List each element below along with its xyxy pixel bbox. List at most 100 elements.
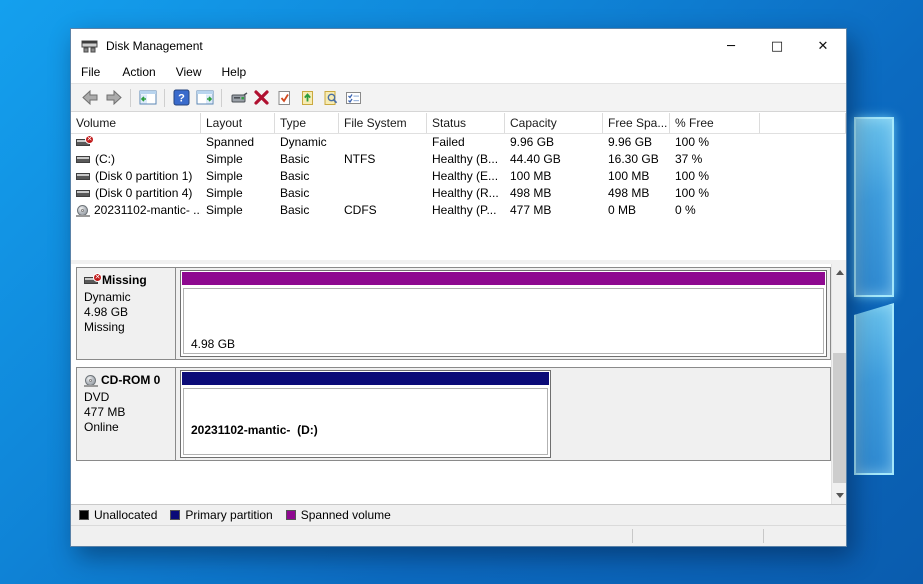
forward-icon[interactable]	[104, 89, 123, 107]
disk-row-missing[interactable]: ✕ Missing Dynamic 4.98 GB Missing 4.98 G…	[76, 267, 831, 360]
column-header-layout[interactable]: Layout	[201, 113, 275, 133]
disk-descriptor[interactable]: CD-ROM 0 DVD 477 MB Online	[77, 368, 176, 460]
toolbar-separator	[221, 89, 222, 107]
disk-error-icon: ✕	[76, 138, 91, 147]
cell-file-system	[339, 168, 427, 185]
cell-type: Basic	[275, 168, 339, 185]
disk-management-app-icon	[81, 39, 98, 54]
disk-size-label: 477 MB	[84, 405, 173, 420]
desktop-background: Disk Management ─ □ ✕ File Action View H…	[0, 0, 923, 584]
menu-view[interactable]: View	[166, 63, 212, 82]
table-row[interactable]: (C:) Simple Basic NTFS Healthy (B... 44.…	[71, 151, 846, 168]
legend-item-unallocated: Unallocated	[79, 508, 157, 522]
column-header-free-space[interactable]: Free Spa...	[603, 113, 670, 133]
legend-bar: Unallocated Primary partition Spanned vo…	[71, 504, 846, 525]
title-bar[interactable]: Disk Management ─ □ ✕	[71, 29, 846, 63]
column-header-file-system[interactable]: File System	[339, 113, 427, 133]
chevron-down-icon	[836, 493, 844, 498]
close-button[interactable]: ✕	[800, 29, 846, 63]
status-bar-separator	[632, 529, 633, 543]
cell-layout: Spanned	[201, 134, 275, 151]
help-icon[interactable]: ?	[172, 89, 191, 107]
legend-item-spanned-volume: Spanned volume	[286, 508, 391, 522]
primary-partition-band	[182, 372, 549, 385]
cell-capacity: 477 MB	[505, 202, 603, 219]
cell-capacity: 9.96 GB	[505, 134, 603, 151]
chevron-up-icon	[836, 270, 844, 275]
column-header-type[interactable]: Type	[275, 113, 339, 133]
cell-status: Healthy (R...	[427, 185, 505, 202]
scrollbar-thumb[interactable]	[833, 353, 846, 483]
cell-free-space: 16.30 GB	[603, 151, 670, 168]
volume-size-line: 4.98 GB	[191, 337, 823, 352]
cell-file-system	[339, 134, 427, 151]
toolbar-separator	[130, 89, 131, 107]
disk-size-label: 4.98 GB	[84, 305, 173, 320]
console-tree-icon[interactable]	[138, 89, 157, 107]
svg-text:?: ?	[178, 93, 185, 105]
table-row[interactable]: (Disk 0 partition 4) Simple Basic Health…	[71, 185, 846, 202]
cell-layout: Simple	[201, 151, 275, 168]
vertical-scrollbar[interactable]	[831, 264, 846, 504]
volume-rect-cdrom[interactable]: 20231102-mantic- (D:) 477 MB CDFS Health…	[180, 370, 551, 458]
cell-free-space: 0 MB	[603, 202, 670, 219]
check-document-icon[interactable]	[275, 89, 294, 107]
volume-rect-failed[interactable]: 4.98 GB Failed	[180, 270, 827, 357]
primary-partition-color-swatch	[170, 510, 180, 520]
cell-capacity: 44.40 GB	[505, 151, 603, 168]
wallpaper-window-pane	[854, 117, 894, 297]
legend-item-primary-partition: Primary partition	[170, 508, 272, 522]
delete-volume-icon[interactable]	[252, 89, 271, 107]
unallocated-color-swatch	[79, 510, 89, 520]
cell-type: Basic	[275, 202, 339, 219]
legend-label: Spanned volume	[301, 508, 391, 522]
disk-title: Missing	[102, 273, 147, 288]
legend-label: Unallocated	[94, 508, 157, 522]
action-pane-icon[interactable]	[195, 89, 214, 107]
maximize-button[interactable]: □	[754, 29, 800, 63]
cd-icon	[76, 205, 90, 217]
disk-icon	[76, 155, 91, 164]
cell-status: Healthy (E...	[427, 168, 505, 185]
scroll-up-button[interactable]	[832, 264, 847, 281]
status-bar-separator	[763, 529, 764, 543]
column-header-pct-free[interactable]: % Free	[670, 113, 760, 133]
table-row[interactable]: ✕ Spanned Dynamic Failed 9.96 GB 9.96 GB…	[71, 134, 846, 151]
column-header-capacity[interactable]: Capacity	[505, 113, 603, 133]
find-file-icon[interactable]	[321, 89, 340, 107]
cell-free-space: 9.96 GB	[603, 134, 670, 151]
toolbar-separator	[164, 89, 165, 107]
disk-icon	[76, 189, 91, 198]
spanned-volume-color-swatch	[286, 510, 296, 520]
disk-descriptor[interactable]: ✕ Missing Dynamic 4.98 GB Missing	[77, 268, 176, 359]
cell-capacity: 498 MB	[505, 185, 603, 202]
cell-capacity: 100 MB	[505, 168, 603, 185]
cell-status: Healthy (B...	[427, 151, 505, 168]
export-file-icon[interactable]	[298, 89, 317, 107]
cell-layout: Simple	[201, 185, 275, 202]
column-header-volume[interactable]: Volume	[71, 113, 201, 133]
minimize-button[interactable]: ─	[708, 29, 754, 63]
table-row[interactable]: 20231102-mantic- ... Simple Basic CDFS H…	[71, 202, 846, 219]
cell-free-space: 100 MB	[603, 168, 670, 185]
disk-type-label: DVD	[84, 390, 173, 405]
cell-pct-free: 100 %	[670, 168, 760, 185]
menu-file[interactable]: File	[81, 63, 112, 82]
disk-tool-icon[interactable]	[229, 89, 248, 107]
disk-icon	[76, 172, 91, 181]
disk-row-cdrom[interactable]: CD-ROM 0 DVD 477 MB Online 20231102-mant…	[76, 367, 831, 461]
menu-action[interactable]: Action	[112, 63, 165, 82]
scroll-down-button[interactable]	[832, 487, 847, 504]
menu-help[interactable]: Help	[212, 63, 257, 82]
column-header-blank	[760, 113, 846, 133]
cell-pct-free: 0 %	[670, 202, 760, 219]
volume-info: 4.98 GB Failed	[183, 288, 824, 354]
column-header-status[interactable]: Status	[427, 113, 505, 133]
cell-pct-free: 37 %	[670, 151, 760, 168]
task-list-icon[interactable]	[344, 89, 363, 107]
volume-name: 20231102-mantic- ...	[94, 202, 201, 219]
back-icon[interactable]	[81, 89, 100, 107]
table-row[interactable]: (Disk 0 partition 1) Simple Basic Health…	[71, 168, 846, 185]
volume-info: 20231102-mantic- (D:) 477 MB CDFS Health…	[183, 388, 548, 455]
cd-icon	[84, 375, 98, 387]
